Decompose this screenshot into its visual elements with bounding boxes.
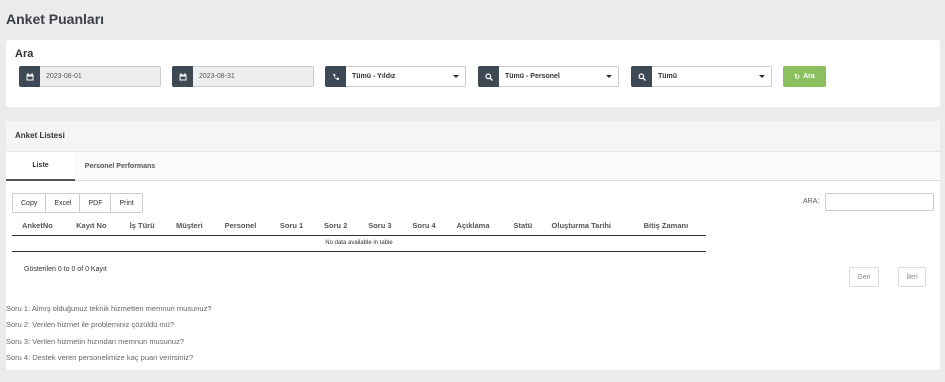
list-title: Anket Listesi [15, 131, 65, 140]
empty-table-message: No data available in table [12, 235, 706, 252]
end-date-field[interactable]: 2023-08-31 [172, 66, 314, 87]
column-header[interactable]: Oluşturma Tarihi [541, 217, 634, 236]
search-icon [631, 66, 652, 87]
column-header[interactable]: Statü [503, 217, 542, 236]
tab-liste[interactable]: Liste [6, 152, 75, 181]
question-item: Soru 4: Destek veren personelimize kaç p… [6, 352, 194, 362]
end-date-input[interactable]: 2023-08-31 [193, 66, 314, 87]
search-title: Ara [15, 48, 34, 60]
column-header[interactable]: Personel [214, 217, 270, 236]
prev-page-button[interactable]: Geri [849, 267, 879, 287]
copy-button[interactable]: Copy [13, 194, 47, 212]
column-header[interactable]: Kayıt No [66, 217, 120, 236]
question-item: Soru 3: Verilen hizmetin hızından memnun… [6, 336, 185, 346]
start-date-input[interactable]: 2023-08-01 [40, 66, 161, 87]
column-header[interactable]: Soru 1 [269, 217, 315, 236]
column-header[interactable]: Açıklama [446, 217, 504, 236]
refresh-icon: ↻ [794, 73, 801, 81]
column-header[interactable]: Müşteri [166, 217, 215, 236]
next-page-button[interactable]: İleri [898, 267, 926, 287]
list-card: Anket Listesi Liste Personel Performans … [6, 121, 940, 370]
search-card: Ara 2023-08-01 2023-08-31 Tümü - Yıldız … [6, 40, 940, 107]
all-select[interactable]: Tümü [631, 66, 772, 87]
calendar-icon [19, 66, 40, 87]
print-button[interactable]: Print [111, 194, 142, 212]
table-search-label: ARA: [803, 198, 820, 205]
excel-button[interactable]: Excel [46, 194, 81, 212]
search-icon [478, 66, 499, 87]
pdf-button[interactable]: PDF [80, 194, 112, 212]
question-legend: Soru 1: Almış olduğunuz teknik hizmetten… [6, 304, 212, 369]
export-buttons: Copy Excel PDF Print [12, 193, 143, 213]
table-row: No data available in table [12, 235, 706, 252]
chevron-down-icon [453, 75, 459, 78]
question-item: Soru 2: Verilen hizmet ile probleminiz ç… [6, 320, 174, 330]
column-header[interactable]: Bitiş Zamanı [633, 217, 706, 236]
table-search-input[interactable] [825, 193, 934, 211]
start-date-field[interactable]: 2023-08-01 [19, 66, 161, 87]
search-button-label: Ara [803, 73, 815, 80]
column-header[interactable]: İş Türü [119, 217, 167, 236]
chevron-down-icon [759, 75, 765, 78]
all-select-value: Tümü [658, 73, 678, 80]
phone-icon [325, 66, 346, 87]
star-select[interactable]: Tümü - Yıldız [325, 66, 466, 87]
column-header[interactable]: Soru 2 [314, 217, 359, 236]
calendar-icon [172, 66, 193, 87]
tabs: Liste Personel Performans [6, 152, 940, 181]
table-header-row: AnketNo Kayıt No İş Türü Müşteri Persone… [12, 217, 706, 236]
column-header[interactable]: Soru 3 [358, 217, 403, 236]
column-header[interactable]: Soru 4 [402, 217, 447, 236]
table-info: Gösterilen 0 to 0 of 0 Kayıt [24, 266, 107, 273]
tab-personel-performans[interactable]: Personel Performans [75, 152, 165, 181]
column-header[interactable]: AnketNo [12, 217, 67, 236]
survey-table: AnketNo Kayıt No İş Türü Müşteri Persone… [12, 217, 706, 252]
chevron-down-icon [606, 75, 612, 78]
search-button[interactable]: ↻ Ara [783, 66, 826, 87]
list-header: Anket Listesi [6, 121, 940, 152]
question-item: Soru 1: Almış olduğunuz teknik hizmetten… [6, 304, 212, 313]
star-select-value: Tümü - Yıldız [352, 73, 396, 80]
personnel-select[interactable]: Tümü - Personel [478, 66, 619, 87]
page-title: Anket Puanları [6, 11, 105, 27]
personnel-select-value: Tümü - Personel [505, 73, 560, 80]
